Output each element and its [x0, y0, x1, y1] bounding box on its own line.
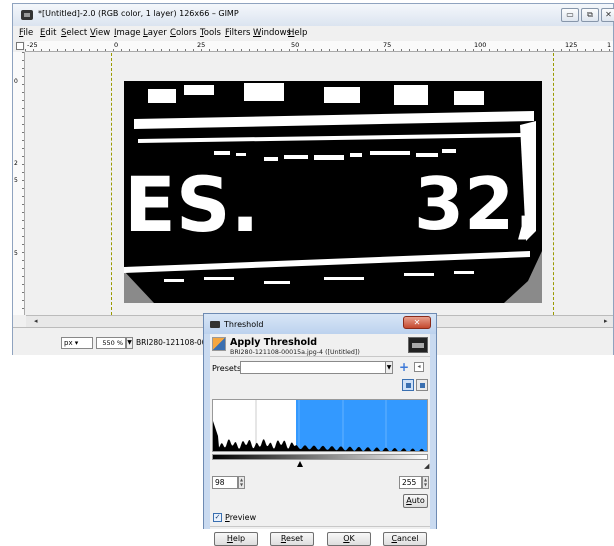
image-thumbnail-icon [408, 337, 428, 353]
gimp-app-icon [210, 321, 220, 328]
gimp-image-window: *[Untitled]-2.0 (RGB color, 1 layer) 126… [12, 3, 614, 355]
menu-windows[interactable]: Windows [253, 28, 291, 38]
image-canvas[interactable]: ES. 32, [124, 81, 542, 303]
dialog-header-subtitle: BRI280-121108-00015a.jpg-4 ([Untitled]) [230, 349, 360, 356]
threshold-dialog: Threshold ✕ Apply Threshold BRI280-12110… [203, 313, 437, 546]
add-preset-icon[interactable]: + [399, 360, 409, 374]
divider [210, 356, 430, 357]
menu-filters[interactable]: Filters [225, 28, 251, 38]
ruler-label: 1 [607, 41, 612, 49]
ruler-label: 100 [474, 41, 487, 49]
window-titlebar[interactable]: *[Untitled]-2.0 (RGB color, 1 layer) 126… [13, 4, 614, 26]
close-button[interactable]: ✕ [601, 8, 614, 22]
high-threshold-handle[interactable]: ◢ [424, 462, 429, 470]
quick-mask-toggle[interactable] [16, 42, 24, 50]
canvas-area: -25 0 25 50 75 100 125 1 0 2 5 5 ES. 32,… [13, 41, 613, 327]
presets-combo[interactable] [240, 361, 393, 374]
chevron-down-icon[interactable]: ▼ [126, 337, 133, 349]
menu-view[interactable]: View [90, 28, 110, 38]
guide-line [111, 53, 112, 315]
menu-select[interactable]: Select [61, 28, 87, 38]
menu-image[interactable]: Image [114, 28, 141, 38]
menu-help[interactable]: Help [288, 28, 307, 38]
window-title: *[Untitled]-2.0 (RGB color, 1 layer) 126… [38, 9, 239, 18]
preview-label: Preview [225, 513, 257, 522]
ruler-label: 2 [14, 160, 18, 167]
threshold-selection-range [296, 400, 427, 451]
menu-layer[interactable]: Layer [143, 28, 167, 38]
ruler-label: 5 [14, 250, 18, 257]
ok-button[interactable]: OK [327, 532, 371, 546]
menu-colors[interactable]: Colors [170, 28, 197, 38]
ruler-label: 75 [383, 41, 392, 49]
plate-text-right: 32, [414, 162, 542, 246]
spin-arrows-icon[interactable]: ▲ ▼ [422, 476, 429, 489]
horizontal-ruler[interactable]: -25 0 25 50 75 100 125 1 [25, 41, 613, 52]
high-threshold-input[interactable]: 255 [399, 476, 422, 489]
linear-histogram-button[interactable] [402, 379, 414, 391]
low-threshold-input[interactable]: 98 [212, 476, 238, 489]
zoom-field[interactable]: 550 % [96, 337, 126, 349]
maximize-button[interactable]: ⧉ [581, 8, 599, 22]
value-gradient-bar [212, 454, 428, 460]
scroll-left-icon[interactable]: ◂ [34, 317, 38, 325]
ruler-label: 50 [291, 41, 300, 49]
minimize-button[interactable]: ▭ [561, 8, 579, 22]
preview-checkbox[interactable]: ✓ [213, 513, 222, 522]
threshold-icon [212, 337, 226, 351]
menu-tools[interactable]: Tools [200, 28, 221, 38]
menu-edit[interactable]: Edit [40, 28, 56, 38]
vertical-ruler[interactable]: 0 2 5 5 [13, 52, 25, 315]
log-histogram-button[interactable] [416, 379, 428, 391]
gimp-app-icon [21, 10, 33, 20]
cancel-button[interactable]: Cancel [383, 532, 427, 546]
ruler-label: -25 [27, 41, 38, 49]
spin-arrows-icon[interactable]: ▲ ▼ [238, 476, 245, 489]
guide-line [553, 53, 554, 315]
scroll-right-icon[interactable]: ▸ [604, 317, 608, 325]
license-plate-image: ES. 32, [124, 81, 542, 303]
dialog-body: Apply Threshold BRI280-121108-00015a.jpg… [210, 334, 430, 546]
unit-selector[interactable]: px ▾ [61, 337, 93, 349]
menubar: File Edit Select View Image Layer Colors… [13, 26, 613, 41]
divider [210, 526, 430, 527]
dialog-header-title: Apply Threshold [230, 337, 318, 348]
auto-button[interactable]: Auto [403, 494, 428, 508]
dialog-close-button[interactable]: ✕ [403, 316, 431, 329]
plate-text-left: ES. [124, 160, 260, 249]
preset-menu-icon[interactable]: ◂ [414, 362, 424, 372]
help-button[interactable]: Help [214, 532, 258, 546]
histogram-graph [213, 400, 427, 451]
histogram[interactable] [212, 399, 428, 452]
reset-button[interactable]: Reset [270, 532, 314, 546]
low-threshold-handle[interactable] [297, 461, 303, 467]
ruler-label: 5 [14, 177, 18, 184]
ruler-label: 25 [197, 41, 206, 49]
menu-file[interactable]: File [19, 28, 33, 38]
ruler-label: 0 [114, 41, 119, 49]
dialog-title: Threshold [224, 320, 264, 329]
chevron-down-icon[interactable]: ▼ [385, 361, 393, 374]
image-viewport[interactable]: ES. 32, [26, 53, 613, 315]
ruler-label: 125 [565, 41, 578, 49]
dialog-titlebar[interactable]: Threshold ✕ [204, 314, 436, 334]
ruler-label: 0 [14, 78, 18, 85]
